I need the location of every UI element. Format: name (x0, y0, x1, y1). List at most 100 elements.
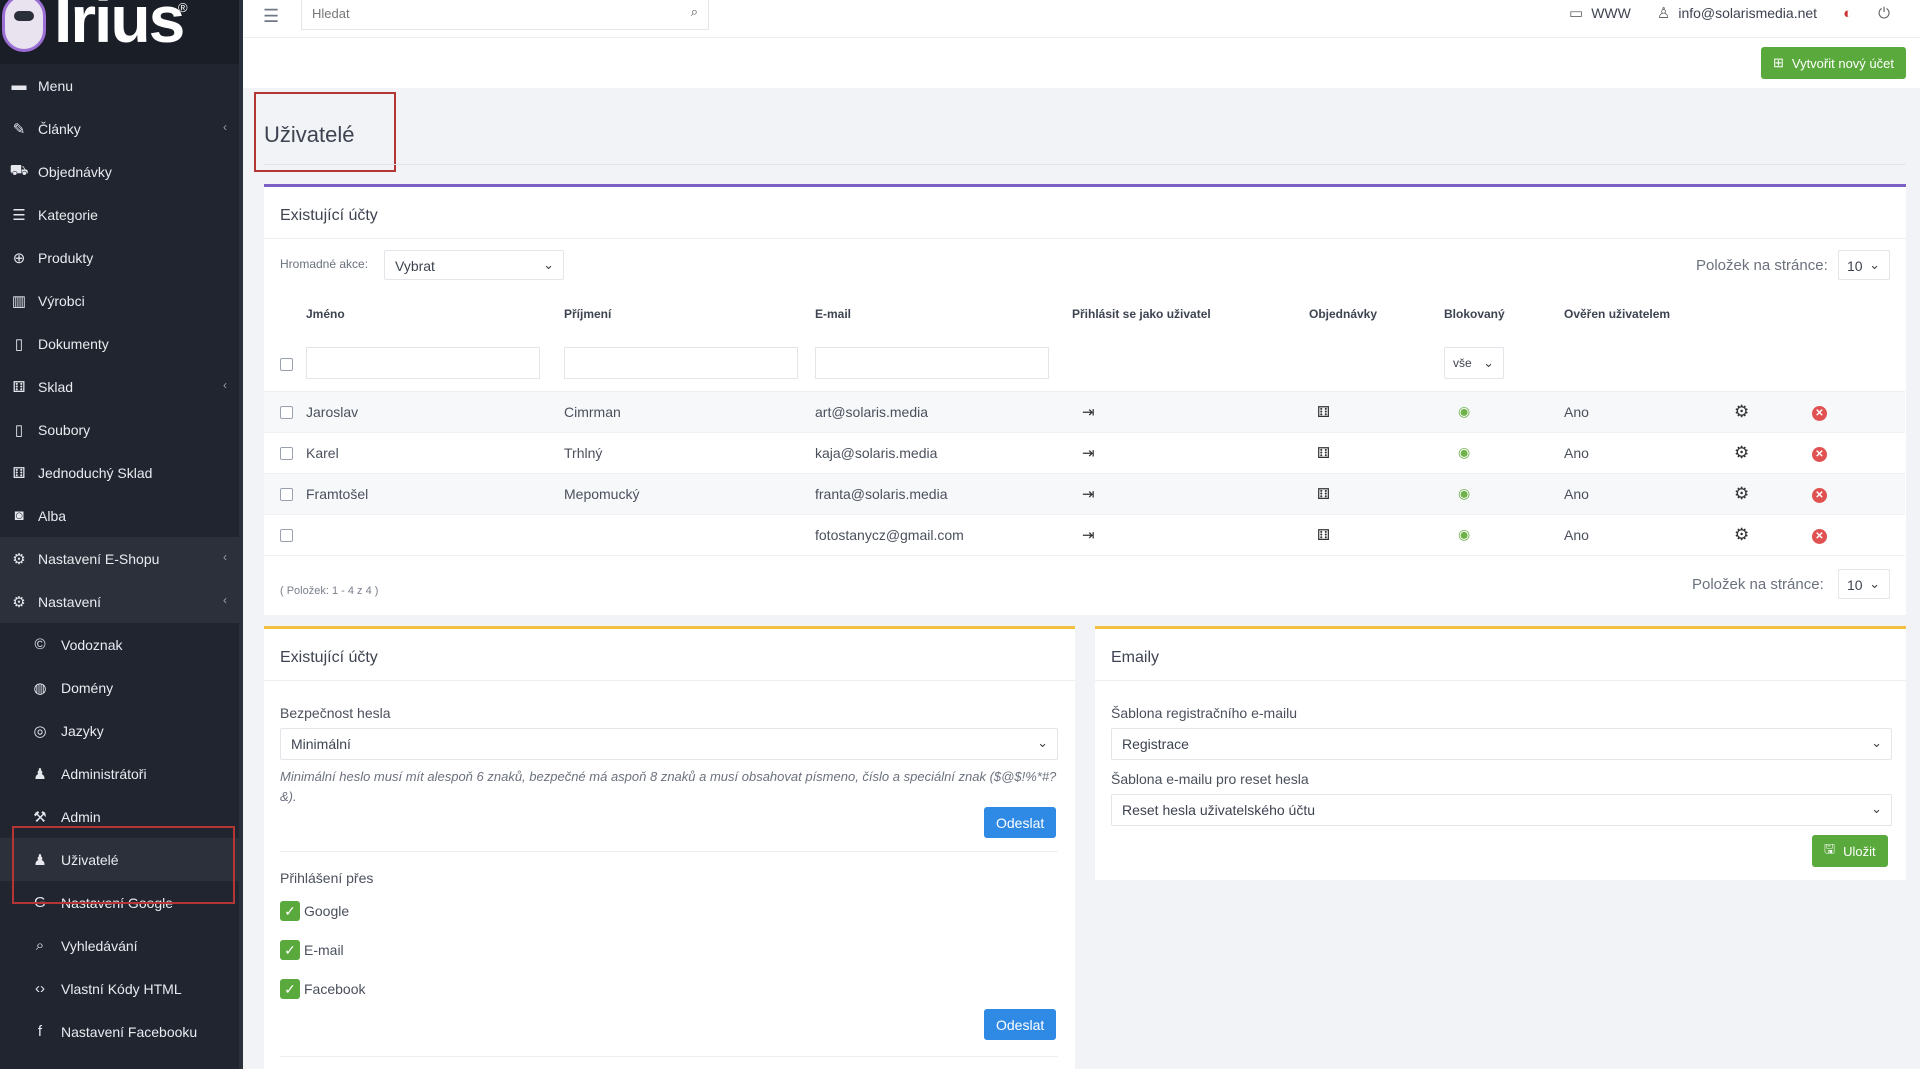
gear-icon[interactable]: ⚙ (1734, 443, 1749, 462)
search-icon[interactable]: ⌕ (691, 4, 698, 20)
delete-icon[interactable]: ✕ (1812, 528, 1827, 544)
col-last-name[interactable]: Příjmení (564, 293, 815, 335)
col-verified[interactable]: Ověřen uživatelem (1564, 293, 1734, 335)
sidebar-item-kategorie[interactable]: ☰ Kategorie (0, 193, 243, 236)
users-table: Jméno Příjmení E-mail Přihlásit se jako … (264, 293, 1905, 556)
flag-icon: ◐ (1843, 4, 1853, 22)
login-option-google[interactable]: ✓ Google (280, 901, 349, 921)
orders-icon[interactable]: ⚅ (1317, 404, 1330, 421)
www-link[interactable]: ▭ WWW (1569, 4, 1631, 22)
email-filter-input[interactable] (815, 346, 1049, 379)
sidebar-item-administratori[interactable]: ♟ Administrátoři (0, 752, 243, 795)
eye-icon[interactable]: ◉ (1458, 403, 1470, 419)
gear-icon[interactable]: ⚙ (1734, 402, 1749, 421)
hamburger-menu-icon[interactable]: ☰ (263, 6, 279, 27)
col-first-name[interactable]: Jméno (306, 293, 564, 335)
registration-template-label: Šablona registračního e-mailu (1111, 705, 1297, 721)
table-row: Framtošel Mepomucký franta@solaris.media ⇥ ⚅… (264, 473, 1905, 515)
row-checkbox[interactable] (280, 488, 293, 502)
gear-icon[interactable]: ⚙ (1734, 484, 1749, 503)
html-icon: ‹› (35, 980, 45, 997)
orders-icon[interactable]: ⚅ (1317, 445, 1330, 462)
login-as-user-icon[interactable]: ⇥ (1082, 527, 1095, 544)
sidebar-item-domeny[interactable]: ◍ Domény (0, 666, 243, 709)
sidebar-item-produkty[interactable]: ⊕ Produkty (0, 236, 243, 279)
last-name-cell: Mepomucký (564, 473, 815, 515)
eye-icon[interactable]: ◉ (1458, 526, 1470, 542)
login-option-email[interactable]: ✓ E-mail (280, 940, 344, 960)
delete-icon[interactable]: ✕ (1812, 446, 1827, 462)
password-strength-select[interactable]: Minimální ⌄ (280, 728, 1058, 760)
sidebar-item-vyhledavani[interactable]: ⌕ Vyhledávání (0, 924, 243, 967)
sidebar-item-nastaveni-e-shopu[interactable]: ⚙ Nastavení E-Shopu ‹ (0, 537, 243, 580)
login-as-user-icon[interactable]: ⇥ (1082, 404, 1095, 421)
logo[interactable]: Irius ® (0, 0, 243, 64)
row-checkbox[interactable] (280, 406, 293, 420)
blocked-filter-select[interactable]: vše ⌄ (1444, 346, 1504, 379)
sidebar-item-label: Nastavení Facebooku (61, 1023, 198, 1040)
language-switch[interactable]: ◐ (1843, 5, 1852, 22)
sidebar-item-label: Nastavení (38, 593, 102, 610)
send-button[interactable]: Odeslat (984, 807, 1057, 838)
row-checkbox[interactable] (280, 447, 293, 461)
sidebar-item-uzivatele[interactable]: ♟ Uživatelé (0, 838, 243, 881)
save-button[interactable]: 🖫 Uložit (1812, 835, 1888, 867)
sidebar-item-label: Soubory (38, 421, 91, 438)
login-as-user-icon[interactable]: ⇥ (1082, 445, 1095, 462)
orders-icon[interactable]: ⚅ (1317, 486, 1330, 503)
sidebar-item-label: Domény (61, 679, 114, 696)
eye-icon[interactable]: ◉ (1458, 444, 1470, 460)
sidebar-item-vlastni-kody-html[interactable]: ‹› Vlastní Kódy HTML (0, 967, 243, 1010)
chevron-down-icon: ⌄ (1037, 735, 1048, 750)
delete-icon[interactable]: ✕ (1812, 405, 1827, 421)
sidebar-item-jazyky[interactable]: ◎ Jazyky (0, 709, 243, 752)
login-option-facebook[interactable]: ✓ Facebook (280, 979, 365, 999)
sidebar-item-nastaveni-facebooku[interactable]: f Nastavení Facebooku (0, 1010, 243, 1053)
send-button-2[interactable]: Odeslat (984, 1009, 1057, 1040)
checkbox-checked-icon[interactable]: ✓ (280, 901, 300, 921)
box-icon: ⊕ (12, 249, 26, 267)
col-email[interactable]: E-mail (815, 293, 1072, 335)
sidebar-item-nastaveni[interactable]: ⚙ Nastavení ‹ (0, 580, 243, 623)
sidebar-item-clanky[interactable]: ✎ Články ‹ (0, 107, 243, 150)
search-input[interactable] (312, 0, 672, 26)
login-as-user-icon[interactable]: ⇥ (1082, 486, 1095, 503)
chevron-down-icon: ⌄ (1871, 801, 1882, 816)
sidebar-item-menu[interactable]: ▬ Menu (0, 64, 243, 107)
list-icon: ☰ (12, 206, 26, 224)
sidebar-item-soubory[interactable]: ▯ Soubory (0, 408, 243, 451)
sidebar-item-dokumenty[interactable]: ▯ Dokumenty (0, 322, 243, 365)
first-name-filter-input[interactable] (306, 346, 540, 379)
registration-template-select[interactable]: Registrace ⌄ (1111, 728, 1892, 760)
power-button[interactable]: ⏻ (1878, 5, 1890, 22)
sidebar-item-nastaveni-google[interactable]: G Nastavení Google (0, 881, 243, 924)
col-blocked[interactable]: Blokovaný (1444, 293, 1564, 335)
per-page-value: 10 (1847, 258, 1863, 274)
row-checkbox[interactable] (280, 529, 293, 543)
sidebar-item-label: Výrobci (38, 292, 85, 309)
delete-icon[interactable]: ✕ (1812, 487, 1827, 503)
sidebar-item-label: Vyhledávání (61, 937, 138, 954)
sidebar-item-sklad[interactable]: ⚅ Sklad ‹ (0, 365, 243, 408)
new-account-button[interactable]: ⊞ Vytvořit nový účet (1760, 47, 1906, 79)
gear-icon[interactable]: ⚙ (1734, 525, 1749, 544)
orders-icon[interactable]: ⚅ (1317, 527, 1330, 544)
per-page-select-bottom[interactable]: 10 ⌄ (1838, 569, 1890, 599)
user-menu[interactable]: ♙ info@solarismedia.net (1657, 4, 1817, 22)
sidebar-item-jednoduchy-sklad[interactable]: ⚅ Jednoduchý Sklad (0, 451, 243, 494)
sidebar-item-label: Menu (38, 77, 74, 94)
globe-icon: ◍ (33, 679, 47, 697)
reset-template-select[interactable]: Reset hesla uživatelského účtu ⌄ (1111, 794, 1892, 826)
select-all-checkbox[interactable] (280, 357, 293, 371)
sidebar-item-vyrobci[interactable]: ▥ Výrobci (0, 279, 243, 322)
bulk-actions-select[interactable]: Vybrat ⌄ (384, 250, 564, 280)
sidebar-item-alba[interactable]: ◙ Alba (0, 494, 243, 537)
sidebar-item-admin[interactable]: ⚒ Admin (0, 795, 243, 838)
checkbox-checked-icon[interactable]: ✓ (280, 979, 300, 999)
sidebar-item-objednavky[interactable]: ⛟ Objednávky (0, 150, 243, 193)
checkbox-checked-icon[interactable]: ✓ (280, 940, 300, 960)
per-page-select[interactable]: 10 ⌄ (1838, 250, 1890, 280)
sidebar-item-vodoznak[interactable]: © Vodoznak (0, 623, 243, 666)
eye-icon[interactable]: ◉ (1458, 485, 1470, 501)
last-name-filter-input[interactable] (564, 346, 798, 379)
